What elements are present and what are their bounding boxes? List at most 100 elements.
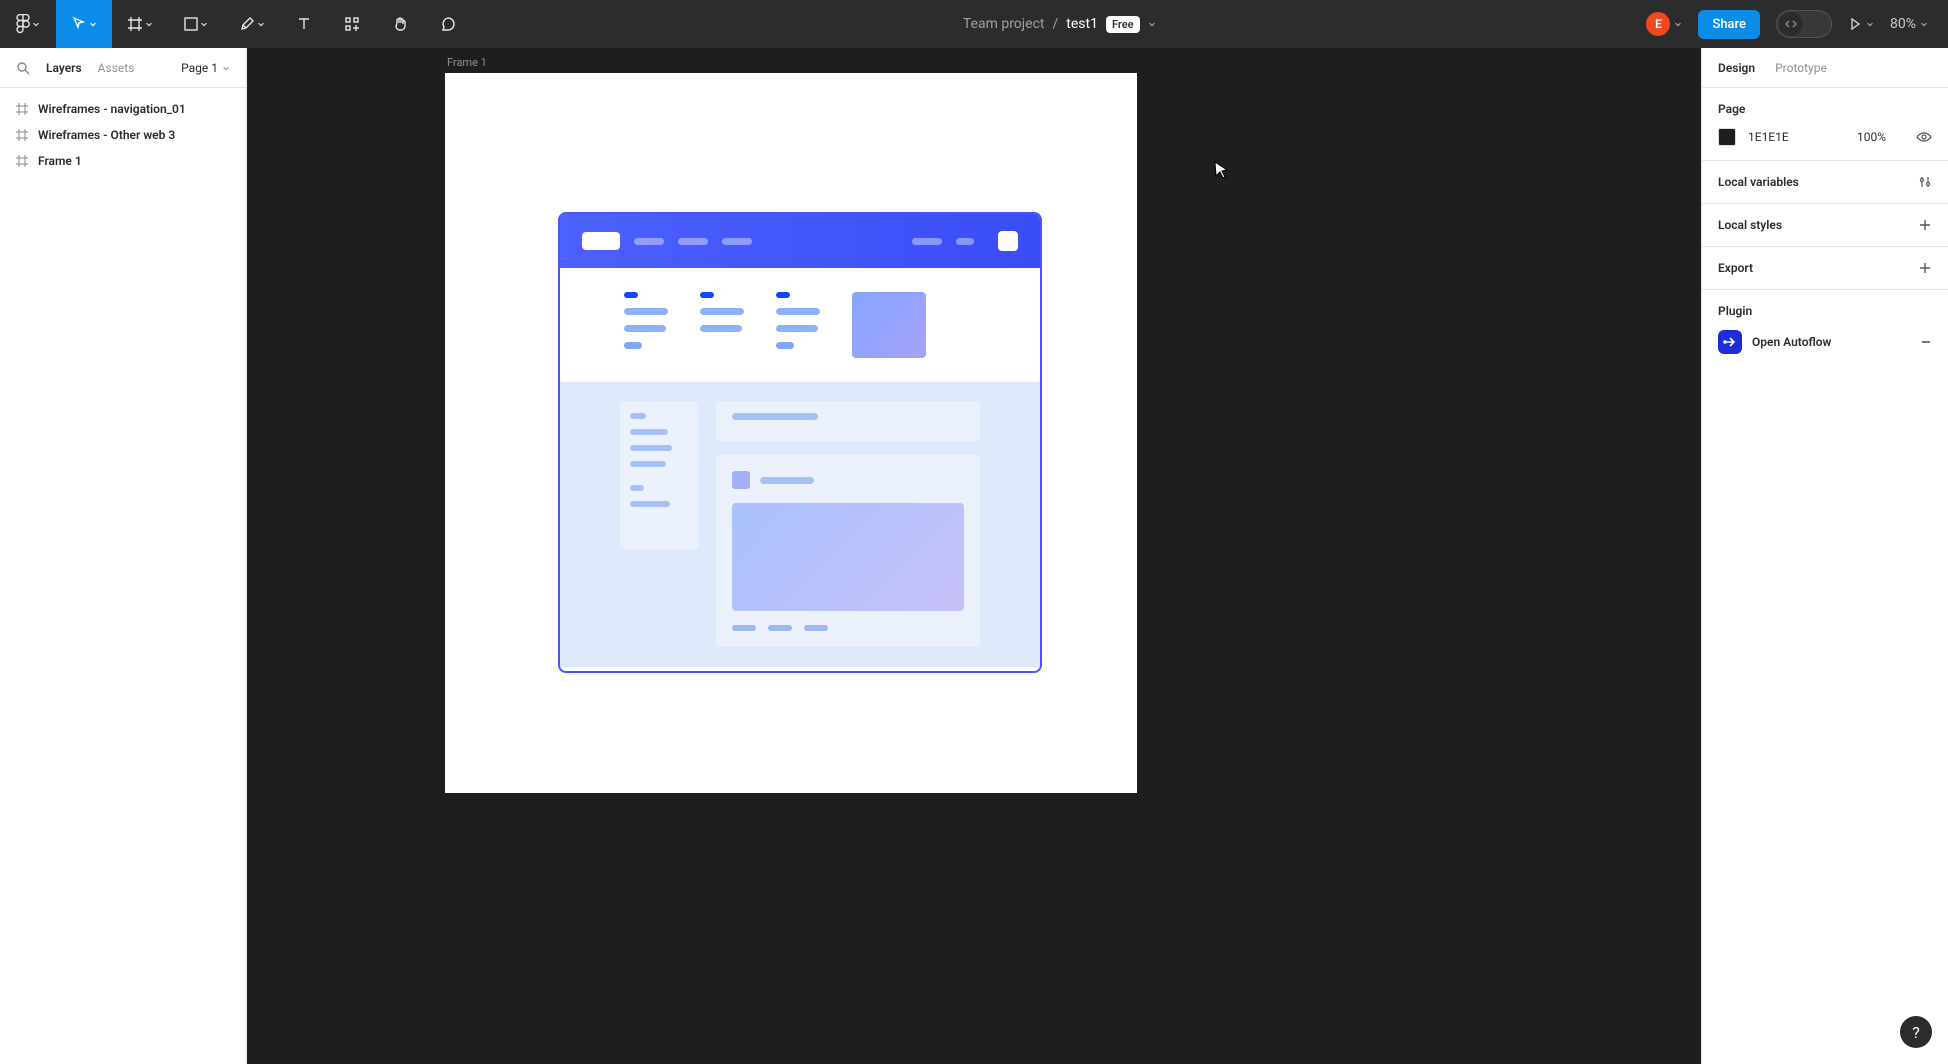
- zoom-menu[interactable]: 80%: [1890, 16, 1928, 32]
- breadcrumb-separator: /: [1052, 16, 1058, 32]
- plus-icon[interactable]: [1918, 218, 1932, 232]
- wf-nav-item: [678, 238, 708, 245]
- chevron-down-icon: [222, 64, 230, 72]
- right-panel-tabs: Design Prototype: [1702, 48, 1948, 88]
- search-icon[interactable]: [16, 61, 30, 75]
- canvas-cursor-icon: [1213, 160, 1231, 180]
- wf-tag: [768, 625, 792, 631]
- page-label: Page 1: [181, 61, 218, 75]
- move-tool-button[interactable]: [56, 0, 112, 48]
- page-background-row: 1E1E1E 100%: [1718, 128, 1932, 146]
- wf-nav-item: [912, 238, 942, 245]
- chevron-down-icon: [1920, 20, 1928, 28]
- canvas-frame-label[interactable]: Frame 1: [447, 56, 487, 69]
- help-label: ?: [1912, 1023, 1920, 1042]
- chevron-down-icon[interactable]: [1148, 20, 1156, 28]
- figma-logo-icon: [16, 14, 30, 34]
- wf-card-header: [732, 471, 964, 489]
- wf-line: [700, 308, 744, 315]
- resources-button[interactable]: [328, 0, 376, 48]
- frame-tool-button[interactable]: [112, 0, 168, 48]
- wf-tag: [732, 625, 756, 631]
- dev-mode-toggle[interactable]: [1776, 10, 1832, 38]
- toolbar-right: E Share 80%: [1646, 0, 1948, 48]
- section-local-styles[interactable]: Local styles: [1702, 204, 1948, 247]
- local-variables-label: Local variables: [1718, 175, 1799, 189]
- color-hex[interactable]: 1E1E1E: [1748, 130, 1789, 144]
- wf-nav-item: [956, 238, 974, 245]
- wireframe-mock[interactable]: [558, 212, 1042, 673]
- wf-col: [700, 292, 744, 358]
- toolbar-left: [0, 0, 472, 48]
- wf-line: [700, 325, 742, 332]
- help-button[interactable]: ?: [1900, 1016, 1932, 1048]
- tab-layers[interactable]: Layers: [46, 61, 82, 75]
- zoom-value: 80%: [1890, 16, 1916, 32]
- wf-side-item: [630, 485, 644, 491]
- color-opacity[interactable]: 100%: [1857, 130, 1886, 144]
- code-icon: [1784, 17, 1798, 31]
- user-menu[interactable]: E: [1646, 12, 1682, 36]
- plugin-title: Plugin: [1718, 304, 1932, 318]
- chevron-down-icon: [200, 20, 208, 28]
- comment-tool-button[interactable]: [424, 0, 472, 48]
- wf-side-item: [630, 461, 666, 467]
- wf-cols: [560, 268, 1040, 382]
- local-styles-label: Local styles: [1718, 218, 1782, 232]
- wf-line: [776, 325, 818, 332]
- wf-col: [776, 292, 820, 358]
- project-name[interactable]: Team project: [963, 16, 1045, 32]
- layer-item[interactable]: Wireframes - navigation_01: [0, 96, 246, 122]
- page-selector[interactable]: Page 1: [181, 61, 230, 75]
- wf-card: [716, 455, 980, 647]
- section-title: Page: [1718, 102, 1932, 116]
- cursor-icon: [71, 16, 87, 32]
- wf-nav-item: [634, 238, 664, 245]
- tab-prototype[interactable]: Prototype: [1775, 61, 1827, 75]
- shape-tool-button[interactable]: [168, 0, 224, 48]
- present-button[interactable]: [1848, 17, 1874, 31]
- chevron-down-icon: [145, 20, 153, 28]
- comment-icon: [440, 16, 456, 32]
- plan-badge[interactable]: Free: [1106, 16, 1140, 33]
- pen-icon: [239, 16, 255, 32]
- settings-icon[interactable]: [1918, 175, 1932, 189]
- plus-icon[interactable]: [1918, 261, 1932, 275]
- section-local-variables[interactable]: Local variables: [1702, 161, 1948, 204]
- main-menu-button[interactable]: [0, 0, 56, 48]
- text-icon: [296, 16, 312, 32]
- pen-tool-button[interactable]: [224, 0, 280, 48]
- wf-body: [560, 382, 1040, 667]
- share-button[interactable]: Share: [1698, 10, 1760, 39]
- chevron-down-icon: [89, 20, 97, 28]
- layer-label: Wireframes - navigation_01: [38, 102, 186, 116]
- plugin-row[interactable]: Open Autoflow: [1718, 330, 1932, 354]
- file-name[interactable]: test1: [1066, 16, 1098, 32]
- tab-assets[interactable]: Assets: [98, 61, 135, 75]
- text-tool-button[interactable]: [280, 0, 328, 48]
- chevron-down-icon: [257, 20, 265, 28]
- color-swatch[interactable]: [1718, 128, 1736, 146]
- tab-design[interactable]: Design: [1718, 61, 1755, 75]
- main-area: Layers Assets Page 1 Wireframes - naviga…: [0, 48, 1948, 1064]
- wf-avatar: [998, 231, 1018, 251]
- minus-icon[interactable]: [1920, 336, 1932, 348]
- canvas-frame[interactable]: [445, 73, 1137, 793]
- toolbar-title: Team project / test1 Free: [472, 16, 1646, 33]
- section-export[interactable]: Export: [1702, 247, 1948, 290]
- chevron-down-icon: [1866, 20, 1874, 28]
- canvas[interactable]: Frame 1: [247, 48, 1701, 1064]
- visibility-icon[interactable]: [1916, 129, 1932, 145]
- hand-tool-button[interactable]: [376, 0, 424, 48]
- wf-heading: [624, 292, 638, 298]
- wf-card: [716, 401, 980, 441]
- layer-item[interactable]: Frame 1: [0, 148, 246, 174]
- wf-main: [716, 401, 980, 667]
- right-panel: Design Prototype Page 1E1E1E 100% Local …: [1701, 48, 1948, 1064]
- wf-side-item: [630, 501, 670, 507]
- layer-item[interactable]: Wireframes - Other web 3: [0, 122, 246, 148]
- export-label: Export: [1718, 261, 1753, 275]
- wf-sidebar: [620, 401, 698, 549]
- plugin-name: Open Autoflow: [1752, 335, 1831, 349]
- wf-side-item: [630, 429, 668, 435]
